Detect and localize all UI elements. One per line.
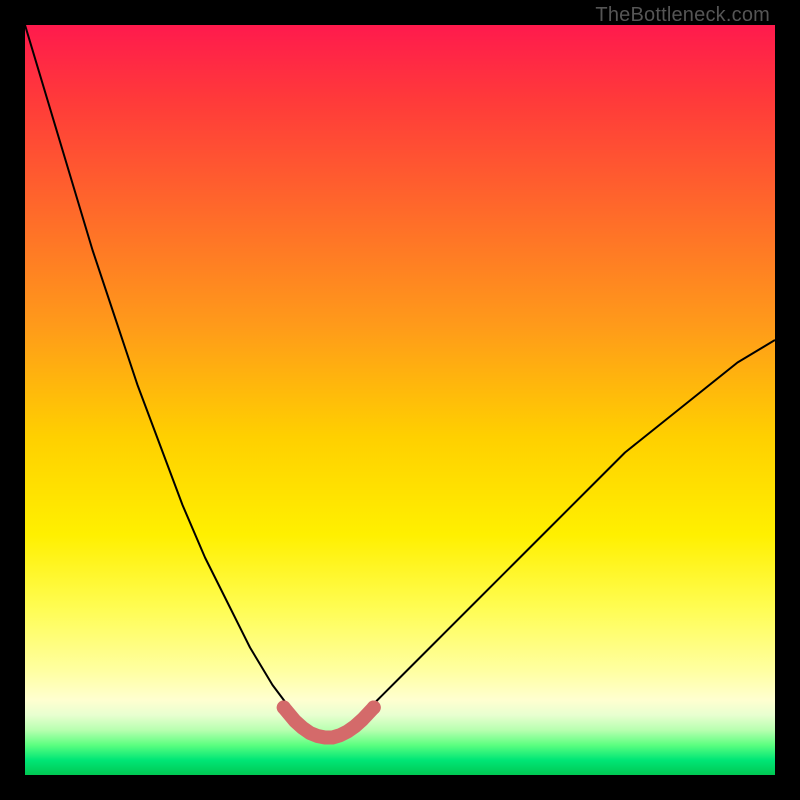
watermark-text: TheBottleneck.com bbox=[595, 4, 770, 27]
series-group bbox=[25, 25, 775, 738]
valley-dot-start bbox=[277, 701, 291, 715]
valley-dot-end bbox=[367, 701, 381, 715]
chart-svg bbox=[25, 25, 775, 775]
bottleneck-curve bbox=[25, 25, 775, 738]
valley-highlight bbox=[284, 708, 374, 738]
plot-area bbox=[25, 25, 775, 775]
frame: TheBottleneck.com bbox=[0, 0, 800, 800]
